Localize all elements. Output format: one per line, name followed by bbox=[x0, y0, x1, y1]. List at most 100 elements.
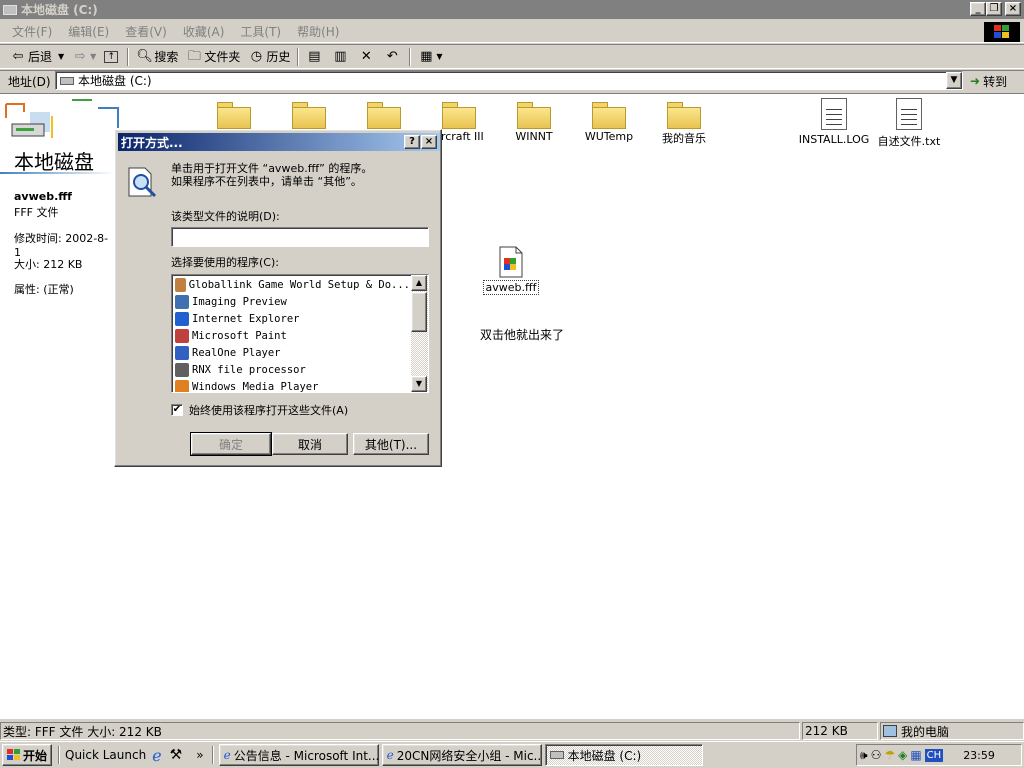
folder-label: 我的音乐 bbox=[662, 132, 706, 145]
drive-icon bbox=[60, 76, 74, 85]
scroll-thumb[interactable] bbox=[411, 292, 427, 332]
always-use-checkbox[interactable]: ✔ bbox=[171, 404, 183, 416]
go-label: 转到 bbox=[983, 74, 1008, 89]
quick-launch-more-icon[interactable]: » bbox=[196, 748, 203, 762]
delete-button[interactable]: ✕ bbox=[354, 46, 380, 68]
status-zone: 我的电脑 bbox=[880, 722, 1024, 740]
start-button[interactable]: 开始 bbox=[2, 744, 52, 766]
program-list-item[interactable]: Imaging Preview bbox=[172, 293, 410, 310]
program-list-item[interactable]: Internet Explorer bbox=[172, 310, 410, 327]
history-label: 历史 bbox=[266, 50, 291, 64]
folder-item-wutemp[interactable]: WUTemp bbox=[579, 94, 639, 143]
scroll-down-button[interactable]: ▼ bbox=[411, 376, 427, 392]
file-item-avweb[interactable]: avweb.fff bbox=[481, 244, 541, 295]
folders-label: 文件夹 bbox=[204, 50, 241, 64]
file-label: INSTALL.LOG bbox=[798, 133, 870, 146]
program-list-item[interactable]: RNX file processor bbox=[172, 361, 410, 378]
copy-to-icon: ▥ bbox=[334, 48, 347, 64]
dialog-help-button[interactable]: ? bbox=[404, 135, 420, 149]
toolbar-separator bbox=[297, 47, 300, 66]
open-with-dialog: 打开方式... ? × 单击用于打开文件 “avweb.fff” 的程序。 如果… bbox=[114, 129, 442, 467]
tools-shortcut-icon[interactable]: ⚒ bbox=[170, 747, 183, 763]
menu-tools[interactable]: 工具(T) bbox=[232, 23, 289, 40]
internet-explorer-icon[interactable]: ℯ bbox=[152, 746, 161, 765]
folder-item-my-music[interactable]: 我的音乐 bbox=[654, 94, 714, 146]
size-value: 212 KB bbox=[43, 258, 83, 271]
file-item-install-log[interactable]: INSTALL.LOG bbox=[796, 94, 872, 146]
program-list-item[interactable]: Windows Media Player bbox=[172, 378, 410, 393]
folders-button[interactable]: 🗀 文件夹 bbox=[182, 46, 244, 68]
status-size: 212 KB bbox=[802, 722, 878, 740]
views-dropdown-icon: ▼ bbox=[436, 52, 443, 61]
unknown-file-icon bbox=[499, 246, 523, 278]
undo-button[interactable]: ↶ bbox=[380, 46, 406, 68]
task-button-announcement[interactable]: ℯ 公告信息 - Microsoft Int... bbox=[218, 744, 379, 766]
program-list-item[interactable]: Microsoft Paint bbox=[172, 327, 410, 344]
forward-button[interactable]: ⇨ ▼ bbox=[68, 46, 100, 68]
umbrella-icon[interactable]: ☂ bbox=[884, 748, 895, 762]
views-button[interactable]: ▦ ▼ bbox=[414, 46, 446, 68]
close-button[interactable]: × bbox=[1005, 2, 1021, 16]
instruction-line-1: 单击用于打开文件 “avweb.fff” 的程序。 bbox=[171, 162, 373, 175]
task-label: 20CN网络安全小组 - Mic... bbox=[396, 748, 542, 763]
always-use-checkbox-row[interactable]: ✔ 始终使用该程序打开这些文件(A) bbox=[171, 402, 348, 418]
up-folder-button[interactable]: ↑ bbox=[100, 46, 124, 68]
my-computer-icon bbox=[883, 725, 897, 737]
program-name: Microsoft Paint bbox=[192, 329, 287, 342]
web-view-panel: 本地磁盘 avweb.fff FFF 文件 修改时间: 2002-8-1 大小:… bbox=[0, 94, 119, 314]
folder-item-winnt[interactable]: WINNT bbox=[504, 94, 564, 143]
network-icon[interactable]: ⚇ bbox=[871, 748, 882, 762]
program-name: Windows Media Player bbox=[192, 380, 319, 393]
search-icon: 🔍︎ bbox=[136, 48, 153, 64]
modified-info: 修改时间: 2002-8-1 bbox=[14, 230, 115, 259]
dialog-title-bar[interactable]: 打开方式... bbox=[118, 133, 440, 151]
folder-icon bbox=[667, 100, 701, 129]
undo-icon: ↶ bbox=[386, 48, 398, 64]
program-list-item[interactable]: RealOne Player bbox=[172, 344, 410, 361]
move-to-icon: ▤ bbox=[308, 48, 321, 64]
description-input[interactable] bbox=[171, 227, 429, 247]
antivirus-icon[interactable]: ◈ bbox=[898, 748, 907, 762]
history-icon: ◷ bbox=[250, 48, 263, 64]
copy-to-button[interactable]: ▥ bbox=[328, 46, 354, 68]
ok-button[interactable]: 确定 bbox=[191, 433, 271, 455]
back-button[interactable]: ⇦ 后退 ▼ bbox=[6, 46, 68, 68]
menu-edit[interactable]: 编辑(E) bbox=[60, 23, 117, 40]
folder-item[interactable] bbox=[354, 94, 414, 130]
maximize-button[interactable]: ❐ bbox=[986, 2, 1002, 16]
program-list-scrollbar[interactable]: ▲ ▼ bbox=[411, 275, 428, 392]
keyboard-icon[interactable]: ▦ bbox=[910, 748, 921, 762]
task-button-20cn[interactable]: ℯ 20CN网络安全小组 - Mic... bbox=[381, 744, 542, 766]
menu-help[interactable]: 帮助(H) bbox=[289, 23, 347, 40]
clock[interactable]: 23:59 bbox=[963, 749, 995, 762]
input-language-indicator[interactable]: CH bbox=[924, 748, 944, 762]
description-label: 该类型文件的说明(D): bbox=[171, 210, 280, 223]
history-button[interactable]: ◷ 历史 bbox=[244, 46, 294, 68]
other-button[interactable]: 其他(T)... bbox=[353, 433, 429, 455]
scroll-up-button[interactable]: ▲ bbox=[411, 275, 427, 291]
address-dropdown-button[interactable]: ▼ bbox=[946, 72, 962, 89]
program-list-item[interactable]: Globallink Game World Setup & Do... bbox=[172, 276, 410, 293]
menu-file[interactable]: 文件(F) bbox=[4, 23, 60, 40]
program-icon bbox=[175, 294, 189, 309]
folder-item[interactable] bbox=[204, 94, 264, 130]
go-button[interactable]: ➜ 转到 bbox=[970, 71, 1022, 91]
task-button-local-disk[interactable]: 本地磁盘 (C:) bbox=[544, 744, 703, 766]
minimize-button[interactable]: _ bbox=[970, 2, 986, 16]
window-title-bar[interactable]: 本地磁盘 (C:) bbox=[0, 0, 1024, 19]
back-arrow-icon: ⇦ bbox=[12, 48, 24, 64]
menu-favorites[interactable]: 收藏(A) bbox=[175, 23, 233, 40]
menu-view[interactable]: 查看(V) bbox=[117, 23, 175, 40]
program-list[interactable]: Globallink Game World Setup & Do... Imagi… bbox=[171, 274, 429, 393]
move-to-button[interactable]: ▤ bbox=[302, 46, 328, 68]
back-dropdown-icon[interactable]: ▼ bbox=[58, 52, 64, 61]
cancel-button[interactable]: 取消 bbox=[272, 433, 348, 455]
address-input[interactable]: 本地磁盘 (C:) bbox=[55, 71, 963, 90]
search-button[interactable]: 🔍︎ 搜索 bbox=[132, 46, 182, 68]
file-item-readme[interactable]: 自述文件.txt bbox=[871, 94, 947, 149]
folder-label: WINNT bbox=[515, 130, 553, 143]
instruction-line-2: 如果程序不在列表中，请单击 “其他”。 bbox=[171, 175, 362, 188]
volume-icon[interactable]: 🕪 bbox=[860, 748, 868, 763]
folder-item[interactable] bbox=[279, 94, 339, 130]
dialog-close-button[interactable]: × bbox=[421, 135, 437, 149]
